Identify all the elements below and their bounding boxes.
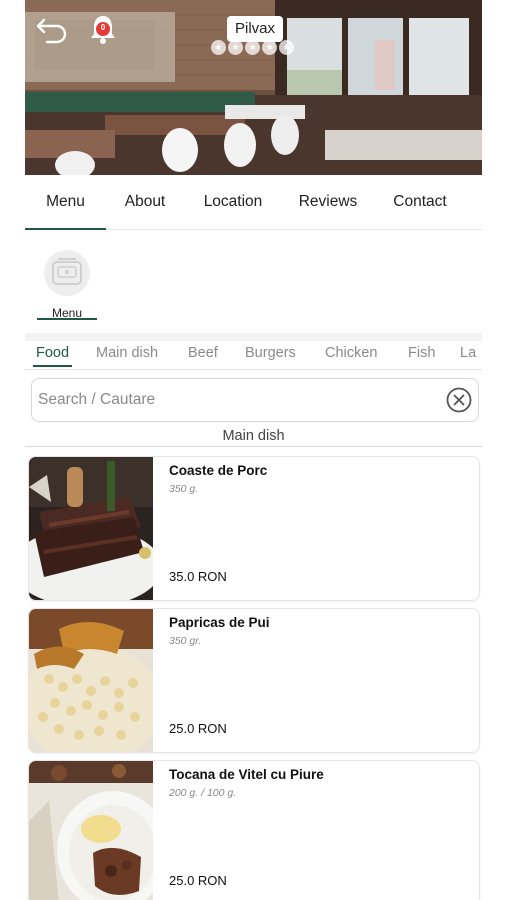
dish-weight: 350 gr. [169, 635, 202, 647]
dish-photo-ribs [29, 457, 153, 600]
hero-image: 0 Pilvax ★ ★ ★ ★ ★ [25, 0, 482, 175]
back-button[interactable] [35, 12, 69, 44]
notification-count: 0 [100, 23, 106, 32]
section-heading: Main dish [222, 428, 285, 444]
back-arrow-icon [36, 18, 67, 44]
category-tab-chicken[interactable]: Chicken [325, 341, 377, 367]
app-screen: 0 Pilvax ★ ★ ★ ★ ★ Menu About Location R… [25, 0, 482, 900]
menu-book-icon [44, 250, 90, 296]
search-box [31, 378, 479, 422]
right-margin [482, 0, 506, 900]
category-tab-main-dish[interactable]: Main dish [96, 341, 158, 367]
category-tab-burgers[interactable]: Burgers [245, 341, 296, 367]
category-tab-beef[interactable]: Beef [188, 341, 218, 367]
main-tab-bar: Menu About Location Reviews Contact [25, 175, 482, 230]
notifications-button[interactable]: 0 [87, 12, 119, 46]
tab-about[interactable]: About [106, 175, 184, 229]
tab-reviews[interactable]: Reviews [282, 175, 374, 229]
dish-card[interactable]: Coaste de Porc 350 g. 35.0 RON [28, 456, 480, 601]
restaurant-title: Pilvax [227, 16, 284, 42]
close-circle-icon [446, 387, 472, 413]
divider-band [25, 333, 482, 341]
menu-category-card[interactable]: Menu [35, 246, 99, 322]
dish-name: Tocana de Vitel cu Piure [169, 767, 324, 782]
section-divider [25, 446, 482, 447]
dish-photo-paprikash [29, 609, 153, 752]
dish-card[interactable]: Tocana de Vitel cu Piure 200 g. / 100 g.… [28, 760, 480, 900]
dish-weight: 350 g. [169, 483, 199, 495]
tab-menu[interactable]: Menu [25, 175, 106, 230]
category-tab-food[interactable]: Food [32, 341, 73, 367]
dish-card[interactable]: Papricas de Pui 350 gr. 25.0 RON [28, 608, 480, 753]
category-tab-bar[interactable]: Food Main dish Beef Burgers Chicken Fish… [25, 341, 482, 370]
star-icon: ★ [279, 40, 294, 55]
star-icon: ★ [262, 40, 277, 55]
tab-contact[interactable]: Contact [374, 175, 466, 229]
clear-search-button[interactable] [446, 387, 472, 413]
star-icon: ★ [211, 40, 226, 55]
tab-location[interactable]: Location [184, 175, 282, 229]
star-icon: ★ [228, 40, 243, 55]
dish-name: Coaste de Porc [169, 463, 268, 478]
dish-price: 25.0 RON [169, 721, 227, 736]
dish-price: 35.0 RON [169, 569, 227, 584]
search-input[interactable] [36, 387, 440, 413]
left-margin [0, 0, 25, 900]
menu-card-indicator [37, 318, 97, 320]
rating-stars: ★ ★ ★ ★ ★ [211, 40, 294, 55]
dish-name: Papricas de Pui [169, 615, 270, 630]
star-icon: ★ [245, 40, 260, 55]
category-tab-fish[interactable]: Fish [408, 341, 435, 367]
dish-weight: 200 g. / 100 g. [169, 787, 237, 799]
dish-price: 25.0 RON [169, 873, 227, 888]
dish-photo-stew [29, 761, 153, 900]
category-tab-partial[interactable]: La [460, 341, 476, 367]
